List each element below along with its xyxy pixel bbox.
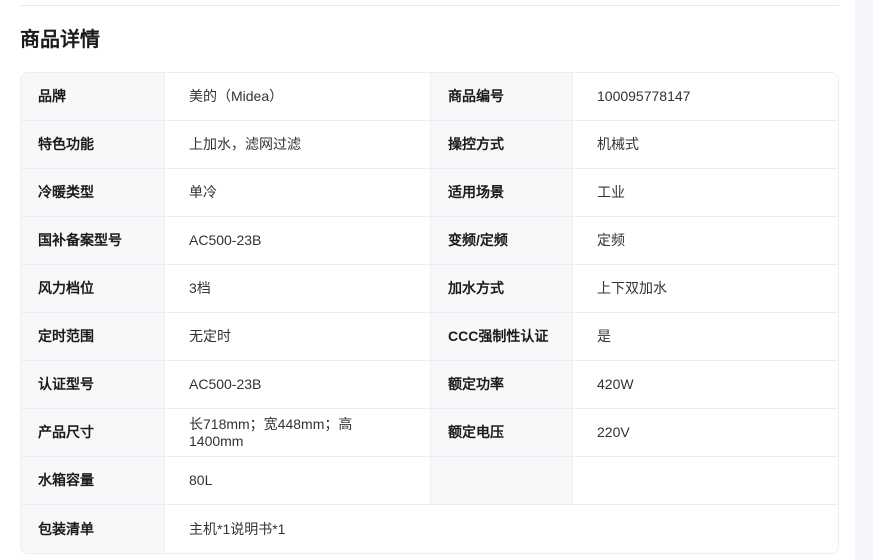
spec-label: CCC强制性认证 xyxy=(431,313,573,360)
spec-value-empty xyxy=(573,457,838,504)
spec-label: 认证型号 xyxy=(21,361,165,408)
spec-label: 品牌 xyxy=(21,73,165,120)
spec-row-package: 包装清单 主机*1说明书*1 xyxy=(21,505,838,553)
spec-label: 风力档位 xyxy=(21,265,165,312)
spec-label: 加水方式 xyxy=(431,265,573,312)
spec-row-fan-speed: 风力档位 3档 加水方式 上下双加水 xyxy=(21,265,838,313)
spec-label: 额定电压 xyxy=(431,409,573,456)
spec-value: 单冷 xyxy=(165,169,431,216)
spec-value: 上加水，滤网过滤 xyxy=(165,121,431,168)
spec-row-features: 特色功能 上加水，滤网过滤 操控方式 机械式 xyxy=(21,121,838,169)
section-title: 商品详情 xyxy=(20,29,100,51)
spec-value: 长718mm；宽448mm；高1400mm xyxy=(165,409,431,456)
spec-row-timer: 定时范围 无定时 CCC强制性认证 是 xyxy=(21,313,838,361)
spec-label: 冷暖类型 xyxy=(21,169,165,216)
spec-label-empty xyxy=(431,457,573,504)
spec-value: 工业 xyxy=(573,169,838,216)
spec-label: 水箱容量 xyxy=(21,457,165,504)
page-scrollbar[interactable] xyxy=(855,0,873,560)
spec-row-brand: 品牌 美的（Midea） 商品编号 100095778147 xyxy=(21,73,838,121)
product-details-panel: 商品详情 品牌 美的（Midea） 商品编号 100095778147 特色功能… xyxy=(0,0,855,560)
spec-row-model: 国补备案型号 AC500-23B 变频/定频 定频 xyxy=(21,217,838,265)
spec-value: 3档 xyxy=(165,265,431,312)
spec-label: 变频/定频 xyxy=(431,217,573,264)
spec-label: 产品尺寸 xyxy=(21,409,165,456)
spec-value: 无定时 xyxy=(165,313,431,360)
spec-value: 定频 xyxy=(573,217,838,264)
spec-label: 商品编号 xyxy=(431,73,573,120)
spec-value: 80L xyxy=(165,457,431,504)
spec-label: 适用场景 xyxy=(431,169,573,216)
spec-value: 420W xyxy=(573,361,838,408)
spec-label: 定时范围 xyxy=(21,313,165,360)
spec-value: 机械式 xyxy=(573,121,838,168)
spec-value: 100095778147 xyxy=(573,73,838,120)
spec-value: AC500-23B xyxy=(165,361,431,408)
spec-row-cooling-type: 冷暖类型 单冷 适用场景 工业 xyxy=(21,169,838,217)
spec-value: 主机*1说明书*1 xyxy=(165,505,838,553)
spec-table: 品牌 美的（Midea） 商品编号 100095778147 特色功能 上加水，… xyxy=(20,72,839,554)
spec-label: 包装清单 xyxy=(21,505,165,553)
spec-row-tank: 水箱容量 80L xyxy=(21,457,838,505)
spec-label: 特色功能 xyxy=(21,121,165,168)
spec-value: 上下双加水 xyxy=(573,265,838,312)
spec-label: 国补备案型号 xyxy=(21,217,165,264)
spec-row-dimensions: 产品尺寸 长718mm；宽448mm；高1400mm 额定电压 220V xyxy=(21,409,838,457)
spec-label: 操控方式 xyxy=(431,121,573,168)
spec-value: AC500-23B xyxy=(165,217,431,264)
spec-row-certification: 认证型号 AC500-23B 额定功率 420W xyxy=(21,361,838,409)
spec-label: 额定功率 xyxy=(431,361,573,408)
top-divider xyxy=(20,5,839,6)
spec-value: 220V xyxy=(573,409,838,456)
spec-value: 是 xyxy=(573,313,838,360)
spec-value: 美的（Midea） xyxy=(165,73,431,120)
